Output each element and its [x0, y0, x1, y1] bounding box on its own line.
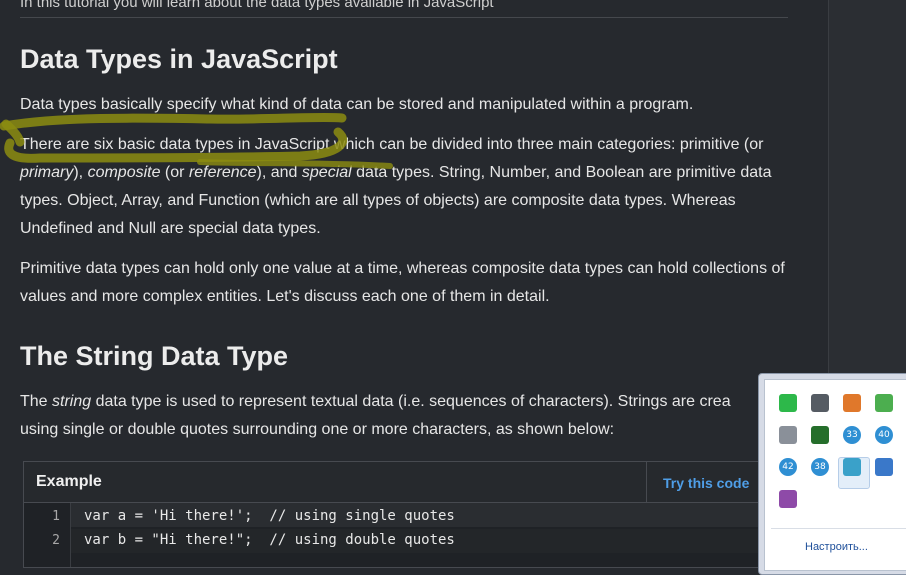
paragraph-intro: Data types basically specify what kind o…	[20, 96, 694, 113]
italic-reference: reference	[188, 164, 257, 181]
line-number-gutter: 1 2	[24, 503, 71, 567]
cpu-temp-40-icon[interactable]: 40	[875, 426, 893, 444]
tray-overflow-popup: 33 40 42 38 Настроить...	[758, 373, 906, 575]
pen-tablet-icon[interactable]	[843, 458, 861, 476]
italic-primary: primary	[20, 164, 74, 181]
paragraph-string: The string data type is used to represen…	[20, 388, 790, 444]
text-span: ),	[73, 164, 88, 181]
paragraph-primitive: Primitive data types can hold only one v…	[20, 260, 785, 305]
tray-icon-badge: 42	[782, 462, 794, 472]
chip-icon[interactable]	[811, 426, 829, 444]
text-span: using single or double quotes surroundin…	[20, 421, 615, 438]
italic-composite: composite	[87, 164, 161, 181]
tray-icon-badge: 38	[814, 462, 826, 472]
tray-separator	[771, 528, 906, 529]
text-span: (or	[160, 164, 189, 181]
tray-icon-badge: 40	[878, 430, 890, 440]
try-this-code-label: Try this code	[663, 475, 750, 491]
network-check-icon[interactable]	[875, 394, 893, 412]
example-header: Example Try this code	[24, 462, 814, 503]
text-span: The	[20, 393, 53, 410]
italic-string: string	[52, 393, 92, 410]
line-number: 1	[52, 509, 60, 524]
example-box: Example Try this code 1 2 var a = 'Hi th…	[23, 461, 815, 568]
code-line: var a = 'Hi there!'; // using single quo…	[84, 508, 455, 524]
gpu-temp-38-icon[interactable]: 38	[811, 458, 829, 476]
text-span: data type is used to represent textual d…	[91, 393, 731, 410]
tray-icon-panel: 33 40 42 38 Настроить...	[764, 379, 906, 571]
code-block: 1 2 var a = 'Hi there!'; // using single…	[24, 503, 814, 567]
tutorial-page: In this tutorial you will learn about th…	[0, 0, 828, 573]
monitor-icon[interactable]	[811, 394, 829, 412]
gpu-temp-42-icon[interactable]: 42	[779, 458, 797, 476]
text-span: There are six basic data types in JavaSc…	[20, 136, 764, 153]
divider	[20, 17, 788, 18]
paragraph-six-types: There are six basic data types in JavaSc…	[20, 131, 790, 243]
green-app-icon[interactable]	[779, 394, 797, 412]
text-span: ), and	[256, 164, 302, 181]
bluetooth-globe-icon[interactable]	[875, 458, 893, 476]
orange-blue-app-icon[interactable]	[843, 394, 861, 412]
line-number: 2	[52, 533, 60, 548]
tray-icon-badge: 33	[846, 430, 858, 440]
drive-icon[interactable]	[779, 426, 797, 444]
intro-line: In this tutorial you will learn about th…	[20, 0, 494, 11]
section-heading-data-types: Data Types in JavaScript	[20, 44, 338, 74]
notes-app-icon[interactable]	[779, 490, 797, 508]
section-heading-string: The String Data Type	[20, 341, 289, 371]
italic-special: special	[301, 164, 352, 181]
code-line: var b = "Hi there!"; // using double quo…	[84, 532, 455, 548]
example-title: Example	[36, 473, 102, 490]
cpu-temp-33-icon[interactable]: 33	[843, 426, 861, 444]
customize-link[interactable]: Настроить...	[805, 541, 868, 553]
